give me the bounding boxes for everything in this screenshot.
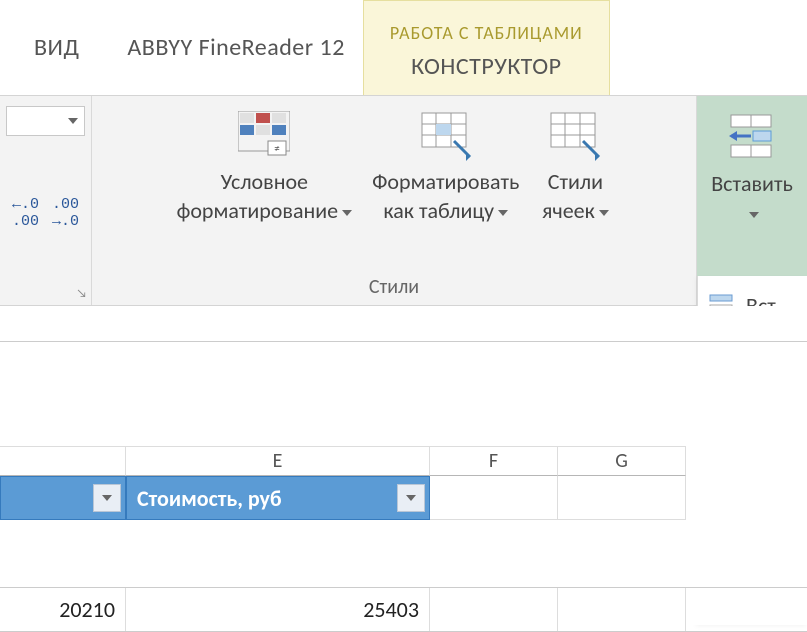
decrease-decimal-button[interactable]: .00 →.0→.0: [49, 196, 83, 230]
cond-fmt-line1: Условное: [221, 168, 308, 195]
cond-fmt-line2: форматирование: [177, 197, 339, 224]
chevron-down-icon: [102, 495, 112, 501]
ribbon-group-styles: ≠ Условное форматирование: [92, 96, 697, 305]
table-header-col-e[interactable]: Стоимость, руб: [126, 476, 430, 520]
ribbon: ←←.0.0 .00 .00 →.0→.0 ↘: [0, 96, 807, 306]
tab-view[interactable]: ВИД: [28, 0, 109, 95]
format-as-table-icon: [414, 106, 478, 166]
chevron-down-icon: [406, 495, 416, 501]
column-header-f[interactable]: F: [430, 446, 558, 476]
filter-button[interactable]: [397, 484, 425, 512]
chevron-down-icon: [342, 210, 352, 216]
fmt-table-line1: Форматировать: [372, 168, 519, 195]
insert-cells-button[interactable]: Вставить: [707, 106, 797, 228]
increase-decimal-button[interactable]: ←←.0.0 .00: [9, 196, 43, 230]
column-header-g[interactable]: G: [558, 446, 686, 476]
ribbon-tab-strip: ВИД ABBYY FineReader 12 РАБОТА С ТАБЛИЦА…: [0, 0, 807, 96]
cell-styles-button[interactable]: Стили ячеек: [535, 104, 615, 226]
tab-design-contextual[interactable]: РАБОТА С ТАБЛИЦАМИ КОНСТРУКТОР: [363, 0, 610, 95]
ribbon-group-number: ←←.0.0 .00 .00 →.0→.0 ↘: [0, 96, 92, 305]
chevron-down-icon: [498, 210, 508, 216]
spreadsheet: E F G Стоимость, руб 20210 25403: [0, 306, 807, 625]
contextual-tab-label: КОНСТРУКТОР: [411, 52, 561, 81]
filter-button[interactable]: [93, 484, 121, 512]
insert-cells-icon: [720, 108, 784, 168]
number-format-dropdown[interactable]: [6, 106, 85, 136]
tab-abbyy[interactable]: ABBYY FineReader 12: [109, 0, 362, 95]
tab-view-label: ВИД: [34, 33, 79, 62]
tab-abbyy-label: ABBYY FineReader 12: [127, 33, 344, 62]
chevron-down-icon: [68, 118, 78, 124]
dialog-launcher-icon[interactable]: ↘: [76, 287, 87, 301]
svg-text:≠: ≠: [275, 142, 280, 155]
formula-bar[interactable]: [0, 306, 807, 342]
chevron-down-icon: [599, 210, 609, 216]
insert-label: Вставить: [711, 170, 793, 197]
format-as-table-button[interactable]: Форматировать как таблицу: [368, 104, 523, 226]
styles-group-label: Стили: [102, 275, 686, 299]
table-header-col-d[interactable]: [0, 476, 126, 520]
cell-styles-line2: ячеек: [542, 197, 595, 224]
fmt-table-line2: как таблицу: [383, 197, 494, 224]
contextual-tab-supertitle: РАБОТА С ТАБЛИЦАМИ: [390, 22, 583, 44]
cell[interactable]: [430, 476, 558, 520]
cell-styles-icon: [543, 106, 607, 166]
chevron-down-icon: [749, 212, 759, 218]
ribbon-group-insert: Вставить: [697, 96, 807, 305]
conditional-formatting-button[interactable]: ≠ Условное форматирование: [173, 104, 357, 226]
column-header-d[interactable]: [0, 446, 126, 476]
cell-styles-line1: Стили: [548, 168, 603, 195]
conditional-formatting-icon: ≠: [232, 106, 296, 166]
cell[interactable]: [558, 476, 686, 520]
column-header-e[interactable]: E: [126, 446, 430, 476]
